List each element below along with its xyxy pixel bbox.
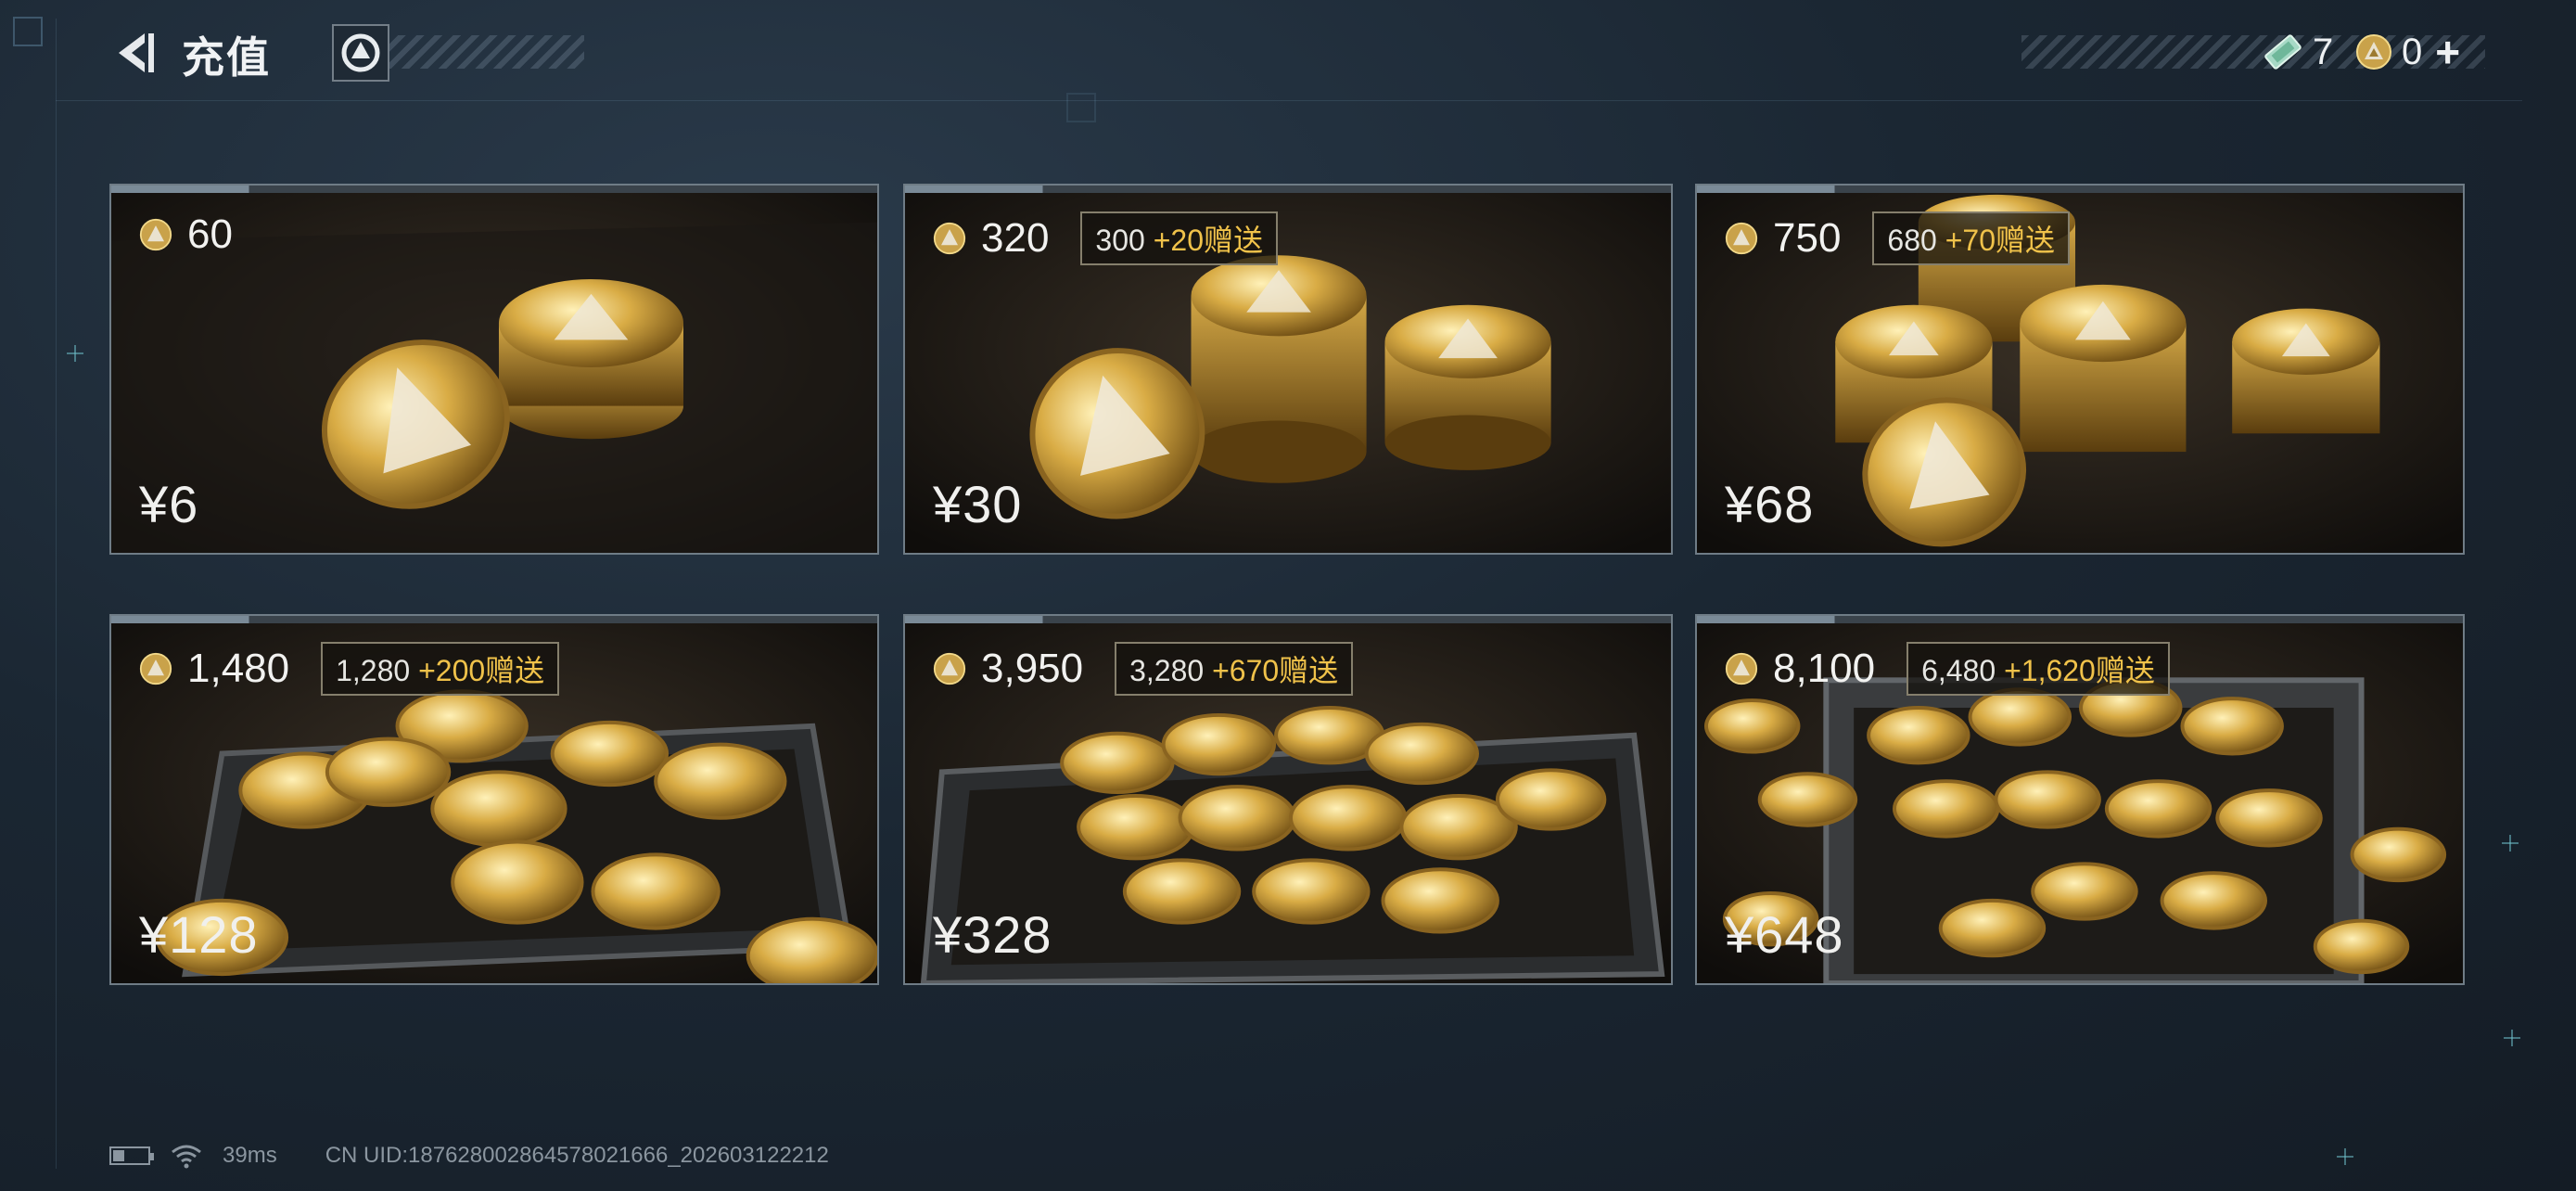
package-amount: 60 (187, 211, 233, 257)
package-card-8100[interactable]: 8,100 6,480 +1,620赠送 ¥648 (1695, 614, 2465, 985)
package-price: ¥68 (1725, 475, 1815, 533)
delta-coin-icon (139, 652, 172, 685)
bonus-base: 3,280 (1129, 654, 1205, 687)
bonus-badge: 6,480 +1,620赠送 (1906, 642, 2170, 696)
bonus-extra: +200赠送 (418, 654, 545, 687)
package-amount-row: 1,480 1,280 +200赠送 (139, 642, 560, 696)
ticket-balance: 7 (2263, 30, 2333, 74)
package-card-750[interactable]: 750 680 +70赠送 ¥68 (1695, 184, 2465, 555)
package-card-320[interactable]: 320 300 +20赠送 ¥30 (903, 184, 1673, 555)
package-price: ¥6 (139, 475, 199, 533)
package-amount: 750 (1773, 215, 1842, 261)
package-price: ¥128 (139, 905, 259, 964)
package-amount: 320 (981, 215, 1050, 261)
frame-line-left (56, 19, 57, 1169)
card-topbar (1697, 616, 2463, 623)
ticket-icon (2264, 34, 2302, 70)
bonus-base: 680 (1887, 224, 1937, 257)
card-topbar (905, 616, 1671, 623)
package-amount-row: 750 680 +70赠送 (1725, 211, 2070, 265)
bonus-badge: 680 +70赠送 (1872, 211, 2070, 265)
bonus-extra: +1,620赠送 (2004, 654, 2155, 687)
card-topbar (905, 186, 1671, 193)
package-amount: 1,480 (187, 646, 290, 691)
battery-icon (109, 1146, 154, 1165)
ticket-count: 7 (2313, 31, 2334, 72)
back-button[interactable] (109, 28, 159, 78)
delta-coin-icon (2356, 34, 2391, 70)
delta-coin-icon (933, 652, 966, 685)
bonus-base: 6,480 (1921, 654, 1996, 687)
corner-square (13, 17, 43, 46)
status-bar: 39ms CN UID:1876280028645780216​66_20260… (109, 1143, 829, 1169)
back-arrow-icon (119, 33, 154, 72)
package-amount-row: 8,100 6,480 +1,620赠送 (1725, 642, 2170, 696)
package-card-1480[interactable]: 1,480 1,280 +200赠送 ¥128 (109, 614, 879, 985)
delta-coin-icon (933, 222, 966, 255)
crosshair-mark (2504, 1030, 2520, 1046)
delta-coin-icon (139, 218, 172, 251)
card-topbar (111, 616, 877, 623)
package-amount-row: 320 300 +20赠送 (933, 211, 1278, 265)
bonus-base: 300 (1095, 224, 1145, 257)
bonus-badge: 3,280 +670赠送 (1115, 642, 1354, 696)
bonus-extra: +20赠送 (1153, 224, 1263, 257)
package-amount: 3,950 (981, 646, 1084, 691)
card-topbar (111, 186, 877, 193)
corner-square (1066, 93, 1096, 122)
wifi-icon (172, 1145, 201, 1169)
frame-line-top (56, 100, 2522, 101)
delta-coin-icon (1725, 222, 1758, 255)
delta-logo-icon (341, 33, 380, 72)
package-amount-row: 3,950 3,280 +670赠送 (933, 642, 1354, 696)
package-price: ¥648 (1725, 905, 1844, 964)
add-coins-button[interactable]: + (2435, 27, 2460, 77)
bonus-extra: +670赠送 (1212, 654, 1339, 687)
coin-count: 0 (2402, 31, 2423, 72)
card-topbar (1697, 186, 2463, 193)
package-amount: 8,100 (1773, 646, 1876, 691)
package-amount-row: 60 (139, 211, 233, 258)
crosshair-mark (2337, 1148, 2353, 1165)
package-price: ¥30 (933, 475, 1023, 533)
bonus-badge: 300 +20赠送 (1080, 211, 1278, 265)
user-uid: CN UID:1876280028645780216​66_2026031222… (325, 1143, 829, 1168)
package-card-3950[interactable]: 3,950 3,280 +670赠送 ¥328 (903, 614, 1673, 985)
crosshair-mark (67, 345, 83, 362)
bonus-badge: 1,280 +200赠送 (321, 642, 560, 696)
coin-balance[interactable]: 0 + (2355, 27, 2460, 77)
ping-value: 39ms (223, 1143, 277, 1168)
page-title: 充值 (182, 33, 271, 82)
bonus-base: 1,280 (336, 654, 411, 687)
delta-coin-icon (1725, 652, 1758, 685)
bonus-extra: +70赠送 (1945, 224, 2055, 257)
package-price: ¥328 (933, 905, 1052, 964)
delta-logo-button[interactable] (332, 24, 389, 82)
package-card-60[interactable]: 60 ¥6 (109, 184, 879, 555)
crosshair-mark (2502, 835, 2519, 852)
